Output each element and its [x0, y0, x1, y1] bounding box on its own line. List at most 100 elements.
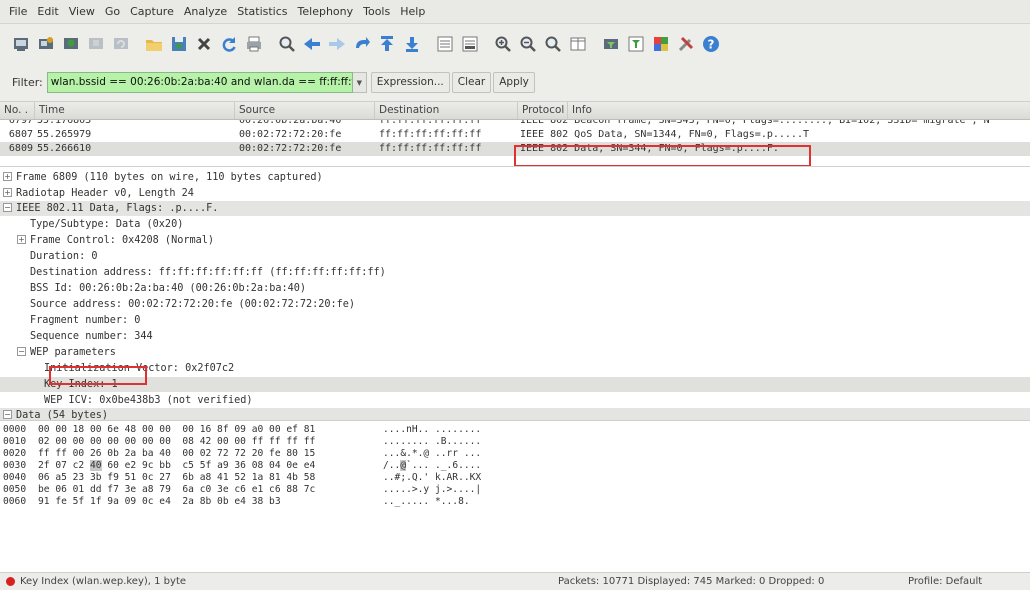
- packet-source: 00:02:72:72:20:fe: [239, 129, 342, 140]
- menu-go[interactable]: Go: [100, 0, 125, 24]
- collapse-icon[interactable]: −: [17, 347, 26, 356]
- menu-tools[interactable]: Tools: [358, 0, 395, 24]
- colorize-icon[interactable]: [434, 33, 456, 55]
- expand-icon[interactable]: +: [3, 188, 12, 197]
- packet-no: 6809: [8, 143, 33, 154]
- collapse-icon[interactable]: −: [3, 410, 12, 419]
- zoom-in-icon[interactable]: [492, 33, 514, 55]
- close-file-icon[interactable]: [193, 33, 215, 55]
- expert-info-icon[interactable]: [6, 577, 15, 586]
- status-packet-counts: Packets: 10771 Displayed: 745 Marked: 0 …: [558, 576, 825, 587]
- tree-node-ieee80211[interactable]: − IEEE 802.11 Data, Flags: .p....F.: [0, 201, 1030, 216]
- expression-button[interactable]: Expression...: [370, 72, 450, 93]
- menu-capture[interactable]: Capture: [125, 0, 179, 24]
- filter-bar: Filter: wlan.bssid == 00:26:0b:2a:ba:40 …: [0, 64, 1030, 102]
- menu-help[interactable]: Help: [395, 0, 430, 24]
- column-header-info[interactable]: Info: [568, 102, 1030, 119]
- go-to-packet-icon[interactable]: [351, 33, 373, 55]
- packet-row[interactable]: 6807 55.265979 00:02:72:72:20:fe ff:ff:f…: [0, 128, 1030, 142]
- packet-source: 00:02:72:72:20:fe: [239, 143, 342, 154]
- tree-node-bssid[interactable]: BSS Id: 00:26:0b:2a:ba:40 (00:26:0b:2a:b…: [0, 281, 1030, 296]
- tree-node-source[interactable]: Source address: 00:02:72:72:20:fe (00:02…: [0, 297, 1030, 312]
- menu-view[interactable]: View: [64, 0, 100, 24]
- zoom-out-icon[interactable]: [517, 33, 539, 55]
- column-header-no[interactable]: No. .: [0, 102, 35, 119]
- coloring-rules-icon[interactable]: [650, 33, 672, 55]
- main-toolbar: ?: [0, 24, 1030, 64]
- column-header-protocol[interactable]: Protocol: [518, 102, 568, 119]
- tree-node-iv[interactable]: Initialization Vector: 0x2f07c2: [0, 361, 1030, 376]
- packet-time: 55.265979: [37, 129, 92, 140]
- column-header-destination[interactable]: Destination: [375, 102, 518, 119]
- reload-icon[interactable]: [218, 33, 240, 55]
- packet-no: 6807: [8, 129, 33, 140]
- info-highlight-box: [514, 145, 811, 167]
- packet-destination: ff:ff:ff:ff:ff:ff: [379, 120, 482, 126]
- packet-no: 6797: [8, 120, 33, 126]
- tree-node-frame-control[interactable]: + Frame Control: 0x4208 (Normal): [0, 233, 1030, 248]
- go-forward-icon[interactable]: [326, 33, 348, 55]
- packet-destination: ff:ff:ff:ff:ff:ff: [379, 129, 482, 140]
- packet-details-tree[interactable]: + Frame 6809 (110 bytes on wire, 110 byte…: [0, 166, 1030, 420]
- start-capture-icon[interactable]: [60, 33, 82, 55]
- tree-node-frame[interactable]: + Frame 6809 (110 bytes on wire, 110 byte…: [0, 170, 1030, 185]
- clear-button[interactable]: Clear: [451, 72, 492, 93]
- packet-time: 55.176803: [37, 120, 92, 126]
- go-back-icon[interactable]: [301, 33, 323, 55]
- capture-options-icon[interactable]: [35, 33, 57, 55]
- packet-source: 00:26:0b:2a:ba:40: [239, 120, 342, 126]
- apply-button[interactable]: Apply: [493, 72, 535, 93]
- status-bar: Key Index (wlan.wep.key), 1 byte Packets…: [0, 572, 1030, 590]
- packet-destination: ff:ff:ff:ff:ff:ff: [379, 143, 482, 154]
- tree-node-data[interactable]: − Data (54 bytes): [0, 408, 1030, 420]
- collapse-icon[interactable]: −: [3, 203, 12, 212]
- interface-list-icon[interactable]: [10, 33, 32, 55]
- expand-icon[interactable]: +: [3, 172, 12, 181]
- filter-label: Filter:: [12, 76, 43, 89]
- packet-row[interactable]: 6797 55.176803 00:26:0b:2a:ba:40 ff:ff:f…: [0, 120, 1030, 128]
- key-index-highlight-box: [49, 366, 147, 385]
- menu-bar: File Edit View Go Capture Analyze Statis…: [0, 0, 1030, 24]
- filter-dropdown-arrow-icon[interactable]: ▼: [352, 72, 367, 93]
- column-header-source[interactable]: Source: [235, 102, 375, 119]
- tree-node-fragment[interactable]: Fragment number: 0: [0, 313, 1030, 328]
- stop-capture-icon[interactable]: [85, 33, 107, 55]
- column-header-time[interactable]: Time: [35, 102, 235, 119]
- tree-node-destination[interactable]: Destination address: ff:ff:ff:ff:ff:ff (…: [0, 265, 1030, 280]
- capture-filters-icon[interactable]: [600, 33, 622, 55]
- packet-info: IEEE 802 Beacon frame, SN=343, FN=0, Fla…: [520, 120, 990, 126]
- tree-node-key-index[interactable]: Key Index: 1: [0, 377, 1030, 392]
- status-profile[interactable]: Profile: Default: [898, 576, 982, 587]
- tree-node-radiotap[interactable]: + Radiotap Header v0, Length 24: [0, 186, 1030, 201]
- expand-icon[interactable]: +: [17, 235, 26, 244]
- autoscroll-icon[interactable]: [459, 33, 481, 55]
- status-field-info: Key Index (wlan.wep.key), 1 byte: [20, 576, 187, 587]
- restart-capture-icon[interactable]: [110, 33, 132, 55]
- go-last-icon[interactable]: [401, 33, 423, 55]
- packet-time: 55.266610: [37, 143, 92, 154]
- tree-node-icv[interactable]: WEP ICV: 0x0be438b3 (not verified): [0, 393, 1030, 408]
- save-file-icon[interactable]: [168, 33, 190, 55]
- hex-dump-pane[interactable]: 0000 00 00 18 00 6e 48 00 00 00 16 8f 09 …: [0, 420, 1030, 572]
- preferences-icon[interactable]: [675, 33, 697, 55]
- packet-info: IEEE 802 QoS Data, SN=1344, FN=0, Flags=…: [520, 129, 809, 140]
- tree-node-sequence[interactable]: Sequence number: 344: [0, 329, 1030, 344]
- help-icon[interactable]: ?: [700, 33, 722, 55]
- tree-node-wep[interactable]: − WEP parameters: [0, 345, 1030, 360]
- display-filters-icon[interactable]: [625, 33, 647, 55]
- go-first-icon[interactable]: [376, 33, 398, 55]
- display-filter-input[interactable]: wlan.bssid == 00:26:0b:2a:ba:40 and wlan…: [46, 72, 353, 93]
- find-icon[interactable]: [276, 33, 298, 55]
- tree-node-duration[interactable]: Duration: 0: [0, 249, 1030, 264]
- tree-node-type-subtype[interactable]: Type/Subtype: Data (0x20): [0, 217, 1030, 232]
- hex-selected-byte: 40: [89, 460, 102, 471]
- zoom-normal-icon[interactable]: [542, 33, 564, 55]
- menu-edit[interactable]: Edit: [32, 0, 63, 24]
- menu-statistics[interactable]: Statistics: [232, 0, 292, 24]
- menu-telephony[interactable]: Telephony: [293, 0, 359, 24]
- print-icon[interactable]: [243, 33, 265, 55]
- menu-file[interactable]: File: [4, 0, 32, 24]
- open-file-icon[interactable]: [143, 33, 165, 55]
- menu-analyze[interactable]: Analyze: [179, 0, 232, 24]
- resize-columns-icon[interactable]: [567, 33, 589, 55]
